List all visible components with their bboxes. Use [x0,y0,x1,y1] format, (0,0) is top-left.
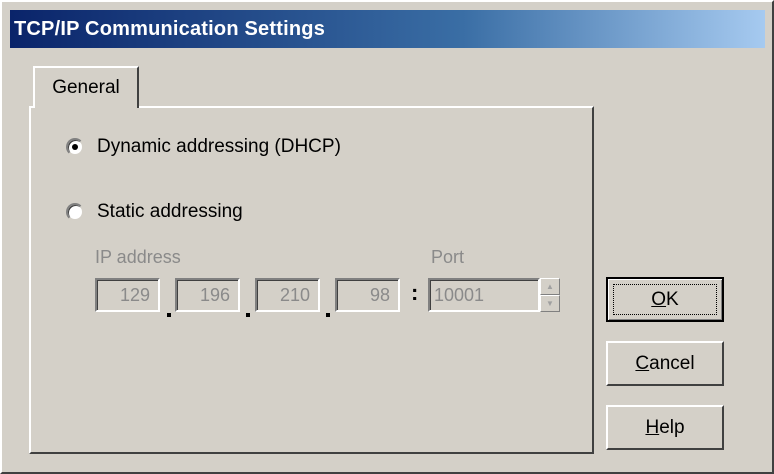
tab-panel-general [29,106,594,454]
tab-general[interactable]: General [33,66,139,108]
tab-general-label: General [52,77,120,98]
help-label-rest: elp [659,417,685,438]
help-mnemonic: H [645,417,660,438]
focus-rectangle [613,284,717,315]
cancel-label-rest: ancel [649,353,695,374]
cancel-button[interactable]: Cancel [606,341,724,386]
dialog-window: TCP/IP Communication Settings General Dy… [0,0,774,474]
ok-button[interactable]: OK [606,277,724,322]
help-button[interactable]: Help [606,405,724,450]
window-title: TCP/IP Communication Settings [14,18,326,40]
cancel-mnemonic: C [635,353,650,374]
title-bar[interactable]: TCP/IP Communication Settings [10,10,765,48]
